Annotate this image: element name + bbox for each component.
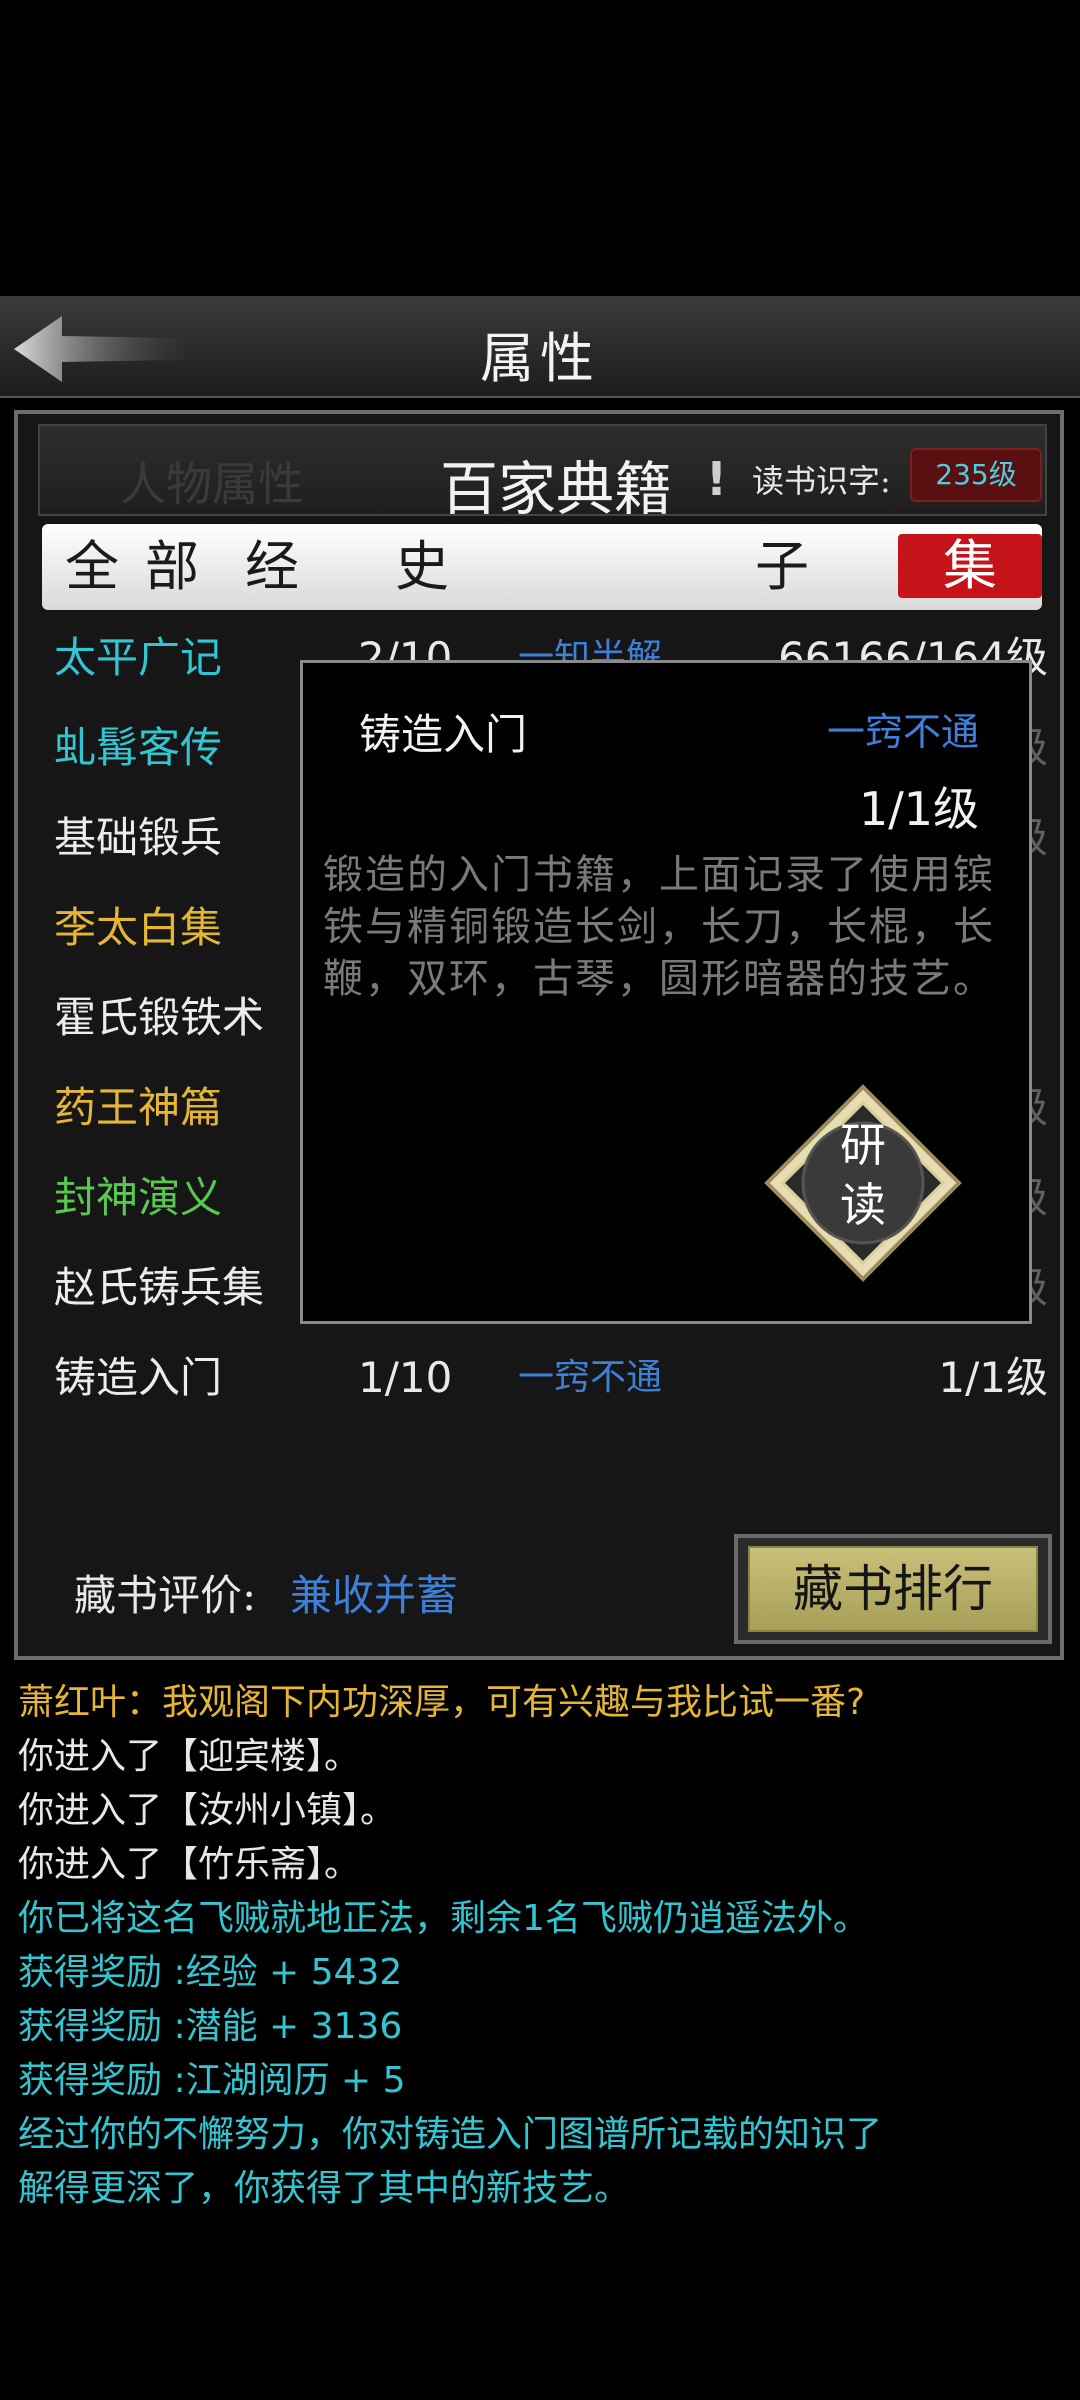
- book-name: 赵氏铸兵集: [54, 1263, 265, 1312]
- collection-rating-label: 藏书评价:: [74, 1571, 257, 1620]
- book-row[interactable]: 铸造入门 1/10 一窍不通 1/1级: [38, 1348, 1048, 1408]
- collection-rating-value: 兼收并蓄: [290, 1571, 459, 1620]
- book-level: 1/1级: [938, 1353, 1048, 1402]
- study-label-char-2: 读: [840, 1178, 886, 1232]
- tab-all-1[interactable]: 全: [62, 524, 122, 610]
- popup-book-state: 一窍不通: [826, 710, 979, 754]
- page-title: 属性: [480, 327, 600, 390]
- reading-skill-label: 读书识字:: [752, 462, 891, 500]
- book-name: 基础锻兵: [54, 813, 223, 862]
- log-line: 你已将这名飞贼就地正法，剩余1名飞贼仍逍遥法外。: [18, 1898, 869, 1939]
- collection-ranking-button[interactable]: 藏书排行: [734, 1534, 1052, 1644]
- log-line: 获得奖励 :经验 + 5432: [18, 1952, 403, 1993]
- popup-book-description: 锻造的入门书籍，上面记录了使用镔铁与精铜锻造长剑，长刀，长棍，长鞭，双环，古琴，…: [323, 852, 995, 1002]
- tab-collections[interactable]: 集: [898, 534, 1042, 598]
- character-attributes-tab[interactable]: 人物属性: [120, 448, 304, 514]
- book-state: 一窍不通: [518, 1357, 663, 1398]
- log-line: 你进入了【汝州小镇】。: [18, 1790, 397, 1831]
- tab-all-2[interactable]: 部: [142, 524, 202, 610]
- log-line: 获得奖励 :江湖阅历 + 5: [18, 2060, 406, 2101]
- category-tab-bar: 全 部 经 史 子 集: [42, 524, 1042, 610]
- reading-skill-level: 235级: [910, 448, 1042, 502]
- panel-title: 百家典籍: [440, 455, 673, 523]
- book-name: 霍氏锻铁术: [54, 993, 265, 1042]
- popup-book-level: 1/1级: [858, 782, 979, 836]
- collection-ranking-label: 藏书排行: [748, 1546, 1038, 1632]
- book-detail-popup: 铸造入门 一窍不通 1/1级 锻造的入门书籍，上面记录了使用镔铁与精铜锻造长剑，…: [300, 660, 1032, 1324]
- book-name: 李太白集: [54, 903, 223, 952]
- log-line: 你进入了【迎宾楼】。: [18, 1736, 361, 1777]
- log-line: 萧红叶：我观阁下内功深厚，可有兴趣与我比试一番?: [18, 1682, 866, 1723]
- popup-book-name: 铸造入门: [359, 710, 528, 759]
- log-line: 解得更深了，你获得了其中的新技艺。: [18, 2168, 631, 2209]
- book-name: 药王神篇: [54, 1083, 223, 1132]
- log-line: 经过你的不懈努力，你对铸造入门图谱所记载的知识了: [18, 2114, 883, 2155]
- study-label-char-1: 研: [840, 1118, 886, 1172]
- message-log: 萧红叶：我观阁下内功深厚，可有兴趣与我比试一番? 你进入了【迎宾楼】。 你进入了【汝…: [18, 1676, 1068, 2216]
- book-name: 铸造入门: [54, 1353, 223, 1402]
- top-bar: 属性: [0, 296, 1080, 398]
- log-line: 你进入了【竹乐斋】。: [18, 1844, 361, 1885]
- book-progress: 1/10: [358, 1353, 453, 1402]
- tab-classics[interactable]: 经: [222, 524, 322, 610]
- book-name: 封神演义: [54, 1173, 223, 1222]
- study-button-label: 研 读: [763, 1115, 963, 1235]
- study-button[interactable]: 研 读: [763, 1083, 963, 1283]
- panel-header: 人物属性 百家典籍 ! 读书识字: 235级: [38, 424, 1047, 523]
- exclamation-icon[interactable]: !: [706, 452, 727, 506]
- tab-philosophers[interactable]: 子: [732, 524, 832, 610]
- log-line: 获得奖励 :潜能 + 3136: [18, 2006, 403, 2047]
- book-name: 虬髯客传: [54, 723, 223, 772]
- tab-history[interactable]: 史: [362, 524, 482, 610]
- book-name: 太平广记: [54, 633, 223, 682]
